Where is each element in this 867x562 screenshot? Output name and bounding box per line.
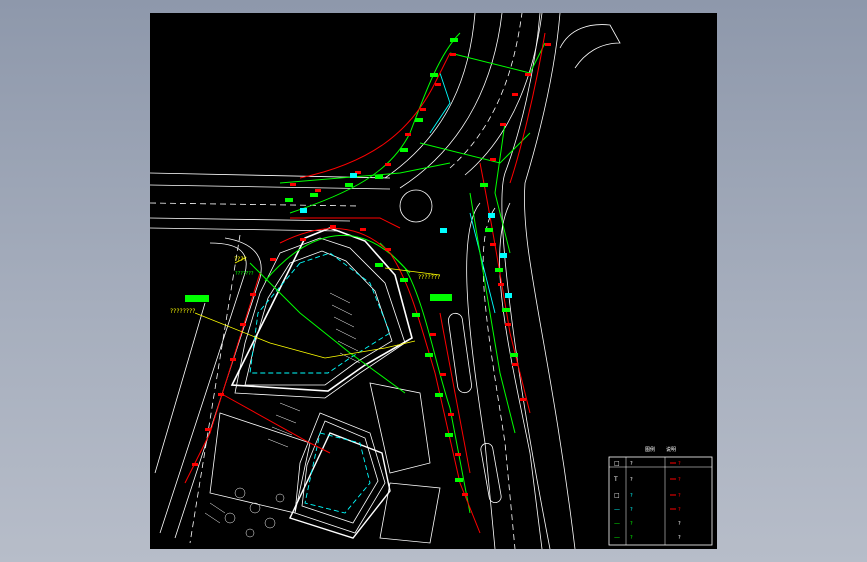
- leader-1: [194, 312, 326, 359]
- median-island-1: [448, 312, 472, 394]
- red-line-1: [279, 228, 481, 534]
- legend-row-4-left: ?: [630, 507, 633, 513]
- green-label-box-1: [185, 295, 209, 302]
- green-label-box-2: [430, 294, 452, 301]
- legend-row-6-right: ?: [678, 535, 681, 541]
- design-red-lines: [184, 32, 546, 534]
- road-diag-3: [189, 234, 241, 544]
- road-edge-8: [501, 13, 551, 549]
- legend-row-3-symbol: □: [614, 492, 620, 499]
- legend-table: 图例 说明 □ ? ? T ? ? □ ? ? — ? ? — ? ? — ? …: [608, 446, 713, 546]
- legend-row-2-right: ?: [678, 477, 681, 483]
- legend-row-3-left: ?: [630, 493, 633, 499]
- red-line-3: [299, 52, 451, 179]
- legend-row-2-symbol: T: [613, 476, 618, 483]
- road-edge-6: [482, 207, 516, 549]
- road-diag-4: [154, 302, 206, 474]
- red-line-2: [184, 272, 261, 484]
- tag-4: ???????: [235, 271, 254, 277]
- legend-row-4-symbol: —: [614, 506, 620, 513]
- block-south-2: [369, 382, 431, 474]
- block-south-1: [209, 412, 311, 514]
- utility-lines: [249, 72, 496, 514]
- legend-row-1-symbol: □: [614, 460, 620, 467]
- utility-line-4: [429, 72, 451, 134]
- legend-row-5-symbol: —: [614, 520, 620, 527]
- road-diag-2: [174, 237, 262, 539]
- annotation-tags: ???? ???????? ??????? ???????: [170, 256, 452, 315]
- road-edge-4: [464, 13, 543, 176]
- tree-symbols: [224, 487, 285, 538]
- legend-row-5-left: ?: [630, 521, 633, 527]
- parking-hatch: [204, 292, 361, 524]
- roundabout: [399, 189, 433, 223]
- red-line-4: [479, 162, 531, 414]
- legend-row-6-symbol: —: [614, 534, 620, 541]
- green-main-2: [289, 32, 461, 214]
- legend-header-a: 图例: [645, 446, 655, 453]
- green-main-7: [249, 262, 406, 394]
- road-diag-1: [159, 242, 247, 534]
- road-turn: [559, 24, 621, 69]
- legend-row-5-right: ?: [678, 521, 681, 527]
- site-plan-drawing: ???? ???????? ??????? ??????? 图例 说明 □ ? …: [150, 13, 713, 549]
- legend-row-2-left: ?: [630, 477, 633, 483]
- legend-row-3-right: ?: [678, 493, 681, 499]
- median-island-2: [480, 442, 502, 504]
- legend-row-6-left: ?: [630, 535, 633, 541]
- road-left-5: [150, 227, 341, 232]
- existing-green-lines: [249, 32, 546, 514]
- road-edge-3: [449, 13, 523, 169]
- building-inner: [244, 250, 393, 386]
- tag-2: ????????: [170, 308, 195, 315]
- legend-row-4-right: ?: [678, 507, 681, 513]
- red-line-8: [219, 392, 331, 454]
- tag-3: ???????: [418, 274, 440, 281]
- road-left-3: [150, 202, 361, 207]
- site-boundary: [230, 227, 413, 392]
- legend-row-1-right: ?: [678, 461, 681, 467]
- tag-1: ????: [234, 256, 247, 263]
- legend-row-1-left: ?: [630, 461, 633, 467]
- cad-viewport[interactable]: ???? ???????? ??????? ??????? 图例 说明 □ ? …: [150, 13, 717, 549]
- red-line-7: [290, 217, 401, 229]
- legend-header-b: 说明: [666, 446, 676, 453]
